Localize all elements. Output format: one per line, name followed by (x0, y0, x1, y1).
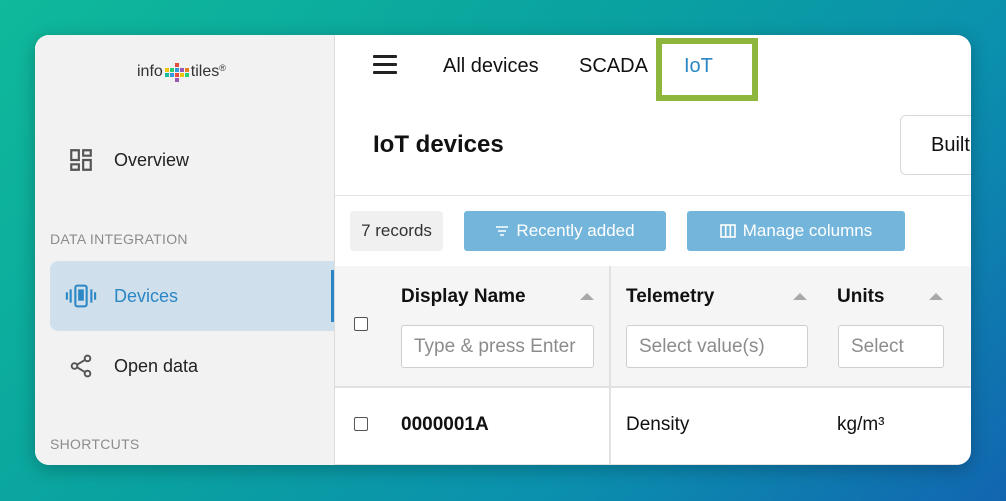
column-divider (609, 266, 611, 465)
infotiles-logo[interactable]: info tiles ® (137, 57, 226, 87)
logo-registered-mark: ® (219, 63, 226, 73)
sidebar-item-label: Open data (114, 355, 199, 376)
cell-display-name[interactable]: 0000001A (401, 414, 489, 436)
tab-iot[interactable]: IoT (684, 55, 713, 78)
logo-text-right: tiles (190, 63, 220, 80)
select-all-checkbox[interactable] (354, 317, 368, 331)
column-header-display-name[interactable]: Display Name (401, 286, 526, 308)
sort-arrow-icon[interactable] (929, 293, 943, 300)
top-navigation: All devices SCADA IoT (335, 35, 971, 101)
section-data-integration: DATA INTEGRATION (50, 231, 188, 247)
app-window: info tiles ® Overview DATA INTEGRATION D… (35, 35, 971, 465)
manage-columns-button[interactable]: Manage columns (687, 211, 905, 251)
devices-icon (65, 280, 97, 312)
recently-added-button[interactable]: Recently added (464, 211, 666, 251)
share-icon (65, 350, 97, 382)
sidebar-item-label: Devices (114, 285, 179, 306)
dashboard-icon (65, 144, 97, 176)
row-checkbox[interactable] (354, 417, 368, 431)
main-content: All devices SCADA IoT IoT devices Built … (335, 35, 971, 465)
built-button[interactable]: Built (900, 115, 971, 175)
sidebar: info tiles ® Overview DATA INTEGRATION D… (35, 35, 335, 465)
telemetry-filter-select[interactable] (626, 325, 808, 368)
sort-arrow-icon[interactable] (793, 293, 807, 300)
sort-arrow-icon[interactable] (580, 293, 594, 300)
sidebar-item-devices[interactable]: Devices (50, 261, 334, 331)
logo-dots-icon (164, 62, 189, 82)
filter-icon (496, 226, 509, 236)
columns-icon (719, 224, 736, 238)
sidebar-item-label: Overview (114, 149, 190, 170)
hamburger-menu-icon[interactable] (373, 55, 397, 75)
column-header-units[interactable]: Units (837, 286, 885, 308)
sidebar-item-open-data[interactable]: Open data (50, 331, 334, 401)
tab-all-devices[interactable]: All devices (443, 55, 539, 78)
tab-scada[interactable]: SCADA (579, 55, 648, 78)
row-divider (335, 464, 971, 465)
section-shortcuts: SHORTCUTS (50, 436, 140, 452)
manage-columns-label: Manage columns (742, 221, 873, 240)
sidebar-item-overview[interactable]: Overview (50, 125, 334, 195)
recently-added-label: Recently added (516, 221, 635, 240)
cell-telemetry: Density (626, 414, 690, 435)
records-count: 7 records (350, 211, 443, 251)
column-header-telemetry[interactable]: Telemetry (626, 286, 714, 308)
cell-units: kg/m³ (837, 414, 885, 435)
logo-text-left: info (137, 63, 163, 80)
display-name-filter-input[interactable] (401, 325, 594, 368)
units-filter-select[interactable] (838, 325, 944, 368)
divider (335, 195, 971, 196)
page-title: IoT devices (373, 131, 504, 158)
